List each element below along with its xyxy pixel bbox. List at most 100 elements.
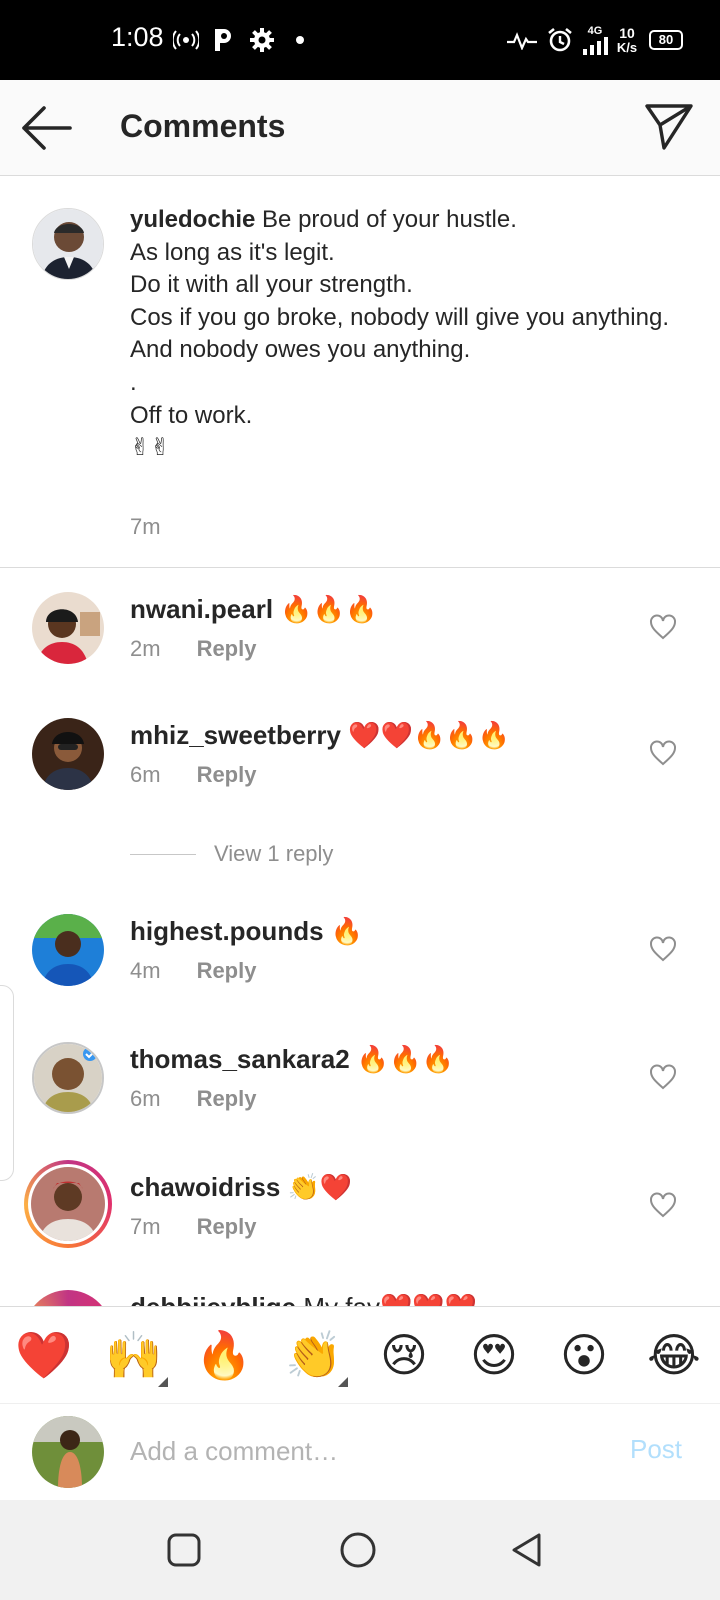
caption-username[interactable]: yuledochie <box>130 206 255 233</box>
comment-meta: 4m Reply <box>130 958 256 984</box>
settings-gear-icon <box>248 20 276 60</box>
emoji-heart-button[interactable]: ❤️ <box>12 1325 76 1385</box>
comment-username[interactable]: thomas_sankara2 <box>130 1044 350 1074</box>
skin-tone-indicator-icon <box>338 1377 348 1387</box>
heart-outline-icon <box>650 1192 676 1218</box>
square-icon <box>167 1533 201 1567</box>
status-time: 1:08 <box>111 22 164 52</box>
caption-text: yuledochie Be proud of your hustle. As l… <box>130 204 690 465</box>
emoji-fire-button[interactable]: 🔥 <box>192 1325 256 1385</box>
profile-photo-icon <box>32 592 104 664</box>
emoji-laughing-button[interactable]: 😂 <box>642 1325 706 1385</box>
emoji-clap-button[interactable]: 👏 <box>282 1325 348 1387</box>
heart-outline-icon <box>650 1064 676 1090</box>
caption-time: 7m <box>130 514 161 539</box>
comment-body: 🔥🔥🔥 <box>356 1044 455 1074</box>
comment-text: chawoidriss 👏❤️ <box>130 1172 352 1203</box>
emoji-heart-eyes-button[interactable]: 😍 <box>462 1325 526 1385</box>
avatar[interactable] <box>32 718 104 790</box>
comment-input[interactable] <box>130 1428 550 1474</box>
back-nav-button[interactable] <box>508 1530 548 1570</box>
back-button[interactable] <box>20 104 74 152</box>
comment-username[interactable]: chawoidriss <box>130 1172 280 1202</box>
comment-time: 6m <box>130 1086 161 1111</box>
reply-button[interactable]: Reply <box>197 1086 257 1111</box>
p-app-icon <box>210 20 236 60</box>
comment-meta: 2m Reply <box>130 636 256 662</box>
comment-username[interactable]: nwani.pearl <box>130 594 273 624</box>
comment-item: highest.pounds 🔥 4m Reply <box>0 914 720 1014</box>
notification-dot-icon <box>294 20 306 60</box>
comment-text: highest.pounds 🔥 <box>130 916 363 947</box>
avatar[interactable] <box>32 1042 104 1114</box>
status-bar: 1:08 4G 10 K/s 80 <box>0 0 720 80</box>
reply-button[interactable]: Reply <box>197 958 257 983</box>
network-type: 4G <box>587 24 603 37</box>
comment-time: 6m <box>130 762 161 787</box>
comments-header: Comments <box>0 80 720 176</box>
reply-button[interactable]: Reply <box>197 1214 257 1239</box>
comment-item: mhiz_sweetberry ❤️❤️🔥🔥🔥 6m Reply <box>0 718 720 818</box>
view-replies-label: View 1 reply <box>214 841 334 866</box>
divider <box>130 853 196 855</box>
add-comment-bar: Post <box>0 1404 720 1500</box>
signal-4g-icon: 4G <box>580 20 610 60</box>
comment-body: 🔥 <box>330 916 364 946</box>
network-speed: 10 K/s <box>616 24 638 55</box>
emoji-raised-hands-button[interactable]: 🙌 <box>102 1325 168 1387</box>
share-button[interactable] <box>644 102 698 156</box>
like-comment-button[interactable] <box>649 740 677 766</box>
comment-item-partial: debbiieyblige My fav❤️❤️❤️ <box>0 1290 720 1306</box>
edge-panel-handle[interactable] <box>0 985 14 1181</box>
emoji-surprised-button[interactable]: 😮 <box>552 1325 616 1385</box>
avatar[interactable] <box>32 914 104 986</box>
reply-button[interactable]: Reply <box>197 762 257 787</box>
story-ring[interactable] <box>24 1160 112 1248</box>
home-button[interactable] <box>338 1530 378 1570</box>
avatar <box>28 1164 108 1244</box>
circle-icon <box>340 1532 376 1568</box>
like-comment-button[interactable] <box>649 936 677 962</box>
avatar[interactable] <box>32 208 104 280</box>
skin-tone-indicator-icon <box>158 1377 168 1387</box>
comment-username[interactable]: highest.pounds <box>130 916 324 946</box>
page-title: Comments <box>120 108 286 144</box>
hotspot-icon <box>172 20 200 60</box>
emoji-quick-bar: ❤️ 🙌 🔥 👏 😢 😍 😮 😂 <box>0 1306 720 1404</box>
like-comment-button[interactable] <box>649 1064 677 1090</box>
comment-body: ❤️❤️🔥🔥🔥 <box>348 720 511 750</box>
comment-text: thomas_sankara2 🔥🔥🔥 <box>130 1044 454 1075</box>
profile-photo-icon <box>32 718 104 790</box>
comment-username[interactable]: mhiz_sweetberry <box>130 720 341 750</box>
profile-photo-icon <box>31 1167 105 1241</box>
alarm-icon <box>546 20 574 60</box>
profile-photo-icon <box>32 1416 104 1488</box>
story-ring[interactable] <box>24 1290 112 1306</box>
comment-meta: 6m Reply <box>130 762 256 788</box>
recents-button[interactable] <box>164 1530 204 1570</box>
system-nav-bar <box>0 1500 720 1600</box>
comment-item: thomas_sankara2 🔥🔥🔥 6m Reply <box>0 1042 720 1142</box>
avatar[interactable] <box>32 592 104 664</box>
heart-outline-icon <box>650 614 676 640</box>
comment-item: chawoidriss 👏❤️ 7m Reply <box>0 1160 720 1270</box>
comment-time: 4m <box>130 958 161 983</box>
like-comment-button[interactable] <box>649 1192 677 1218</box>
post-button[interactable]: Post <box>630 1434 682 1465</box>
comment-username[interactable]: debbiieyblige <box>130 1292 296 1306</box>
like-comment-button[interactable] <box>649 614 677 640</box>
comment-body: My fav❤️❤️❤️ <box>303 1292 477 1306</box>
reply-button[interactable]: Reply <box>197 636 257 661</box>
activity-icon <box>506 20 538 60</box>
triangle-back-icon <box>512 1533 541 1567</box>
comment-text: nwani.pearl 🔥🔥🔥 <box>130 594 377 625</box>
profile-photo-icon <box>33 209 103 279</box>
emoji-crying-button[interactable]: 😢 <box>372 1325 436 1385</box>
heart-outline-icon <box>650 936 676 962</box>
comment-item: nwani.pearl 🔥🔥🔥 2m Reply <box>0 592 720 692</box>
comment-text: debbiieyblige My fav❤️❤️❤️ <box>130 1292 477 1306</box>
view-replies-button[interactable]: View 1 reply <box>130 838 333 870</box>
battery-icon: 80 <box>646 20 686 60</box>
comment-time: 2m <box>130 636 161 661</box>
profile-photo-icon <box>32 914 104 986</box>
